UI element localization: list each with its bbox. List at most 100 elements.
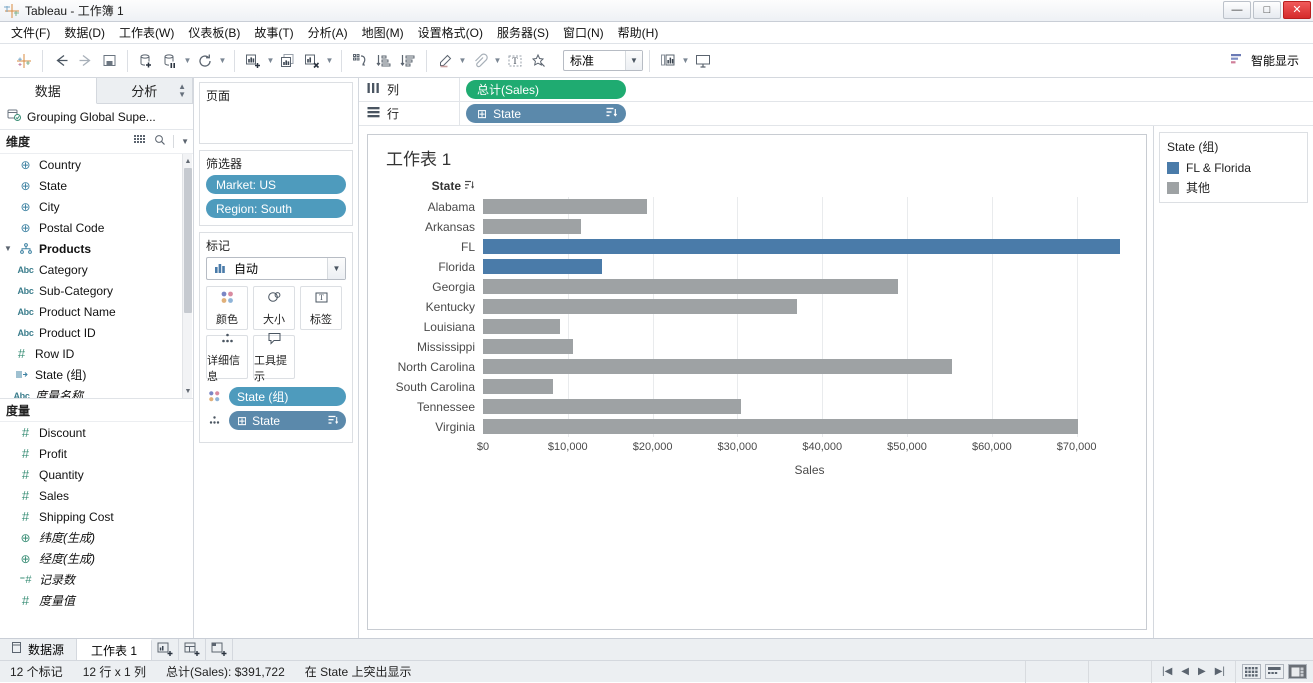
chart-bar[interactable]	[483, 339, 574, 354]
tableau-home-icon[interactable]	[12, 49, 36, 73]
menu-analysis[interactable]: 分析(A)	[301, 22, 355, 43]
resize-handle-icon[interactable]: ▲ ▼	[178, 82, 186, 99]
tab-analytics[interactable]: 分析 ▲ ▼	[97, 78, 193, 103]
chart-bar-label[interactable]: Tennessee	[368, 400, 483, 414]
chart-bar-label[interactable]: Kentucky	[368, 300, 483, 314]
presentation-mode-icon[interactable]	[691, 49, 715, 73]
field-products-hierarchy[interactable]: ▼ Products	[0, 238, 193, 259]
chart-bar-row[interactable]: South Carolina	[368, 377, 1146, 397]
menu-file[interactable]: 文件(F)	[4, 22, 57, 43]
grid-view-icon[interactable]	[134, 134, 147, 149]
chart-bar-row[interactable]: Florida	[368, 257, 1146, 277]
chevron-down-icon[interactable]: ▼	[492, 49, 503, 73]
sort-icon[interactable]	[464, 179, 475, 193]
chart-bar[interactable]	[483, 219, 581, 234]
menu-format[interactable]: 设置格式(O)	[411, 22, 490, 43]
fit-dropdown[interactable]: 标准 ▼	[563, 50, 643, 71]
chart-bar-row[interactable]: FL	[368, 237, 1146, 257]
chart-bar[interactable]	[483, 419, 1079, 434]
tab-data[interactable]: 数据	[0, 78, 97, 104]
chevron-down-icon[interactable]: ▼	[181, 137, 189, 146]
filter-pill-region[interactable]: Region: South	[206, 199, 346, 218]
field-row-id[interactable]: # Row ID	[0, 343, 193, 364]
duplicate-sheet-icon[interactable]	[276, 49, 300, 73]
chart-bar-label[interactable]: Alabama	[368, 200, 483, 214]
marks-pill-state-group[interactable]: State (组)	[229, 387, 346, 406]
refresh-data-icon[interactable]	[193, 49, 217, 73]
marks-size-button[interactable]: 大小	[253, 286, 295, 330]
datasource-row[interactable]: Grouping Global Supe...	[0, 104, 193, 130]
new-data-source-icon[interactable]	[134, 49, 158, 73]
chart-bar-label[interactable]: North Carolina	[368, 360, 483, 374]
field-sales[interactable]: # Sales	[0, 485, 193, 506]
marks-label-button[interactable]: T 标签	[300, 286, 342, 330]
legend-item-fl-florida[interactable]: FL & Florida	[1160, 159, 1307, 177]
field-state-group[interactable]: State (组)	[0, 364, 193, 385]
field-shipping-cost[interactable]: # Shipping Cost	[0, 506, 193, 527]
sheet-tab-worksheet-1[interactable]: 工作表 1	[77, 639, 153, 660]
chevron-down-icon[interactable]: ▼	[625, 51, 642, 70]
next-page-icon[interactable]: ▶	[1198, 666, 1206, 677]
scroll-up-icon[interactable]: ▲	[184, 156, 192, 166]
highlighter-icon[interactable]	[433, 49, 457, 73]
field-sub-category[interactable]: Abc Sub-Category	[0, 280, 193, 301]
maximize-button[interactable]: □	[1253, 1, 1281, 19]
rows-pill-state[interactable]: ⊞ State	[466, 104, 626, 123]
chart-bar-row[interactable]: North Carolina	[368, 357, 1146, 377]
chart-bar-label[interactable]: Mississippi	[368, 340, 483, 354]
worksheet-view[interactable]: 工作表 1 State Alabama Arkansas FL Florida Geor…	[367, 134, 1147, 630]
chevron-down-icon[interactable]: ▼	[182, 49, 193, 73]
new-dashboard-button[interactable]	[179, 639, 207, 660]
chart-bar-row[interactable]: Kentucky	[368, 297, 1146, 317]
new-story-button[interactable]	[206, 639, 234, 660]
new-worksheet-button[interactable]	[152, 639, 180, 660]
chart-bar[interactable]	[483, 319, 561, 334]
field-category[interactable]: Abc Category	[0, 259, 193, 280]
swap-rows-columns-icon[interactable]	[348, 49, 372, 73]
filter-pill-market[interactable]: Market: US	[206, 175, 346, 194]
menu-window[interactable]: 窗口(N)	[556, 22, 611, 43]
last-page-icon[interactable]: ▶|	[1215, 666, 1225, 677]
field-product-id[interactable]: Abc Product ID	[0, 322, 193, 343]
close-button[interactable]: ✕	[1283, 1, 1311, 19]
field-discount[interactable]: # Discount	[0, 422, 193, 443]
chart-bar[interactable]	[483, 399, 741, 414]
marks-type-dropdown[interactable]: 自动 ▼	[206, 257, 346, 280]
chart-bar-label[interactable]: FL	[368, 240, 483, 254]
columns-shelf-drop[interactable]: 总计(Sales)	[459, 77, 1313, 102]
chart-bar-row[interactable]: Georgia	[368, 277, 1146, 297]
chevron-down-icon[interactable]: ▼	[457, 49, 468, 73]
chart-bar[interactable]	[483, 359, 952, 374]
chevron-down-icon[interactable]: ▼	[327, 258, 345, 279]
menu-dashboard[interactable]: 仪表板(B)	[181, 22, 247, 43]
sort-icon[interactable]	[606, 107, 618, 121]
chart-bar[interactable]	[483, 199, 647, 214]
search-icon[interactable]	[154, 134, 166, 149]
clear-sheet-icon[interactable]	[300, 49, 324, 73]
scroll-down-icon[interactable]: ▼	[184, 386, 192, 396]
menu-data[interactable]: 数据(D)	[57, 22, 112, 43]
field-country[interactable]: ⊕ Country	[0, 154, 193, 175]
chevron-down-icon[interactable]: ▼	[324, 49, 335, 73]
field-latitude[interactable]: ⊕ 纬度(生成)	[0, 527, 193, 548]
back-icon[interactable]	[49, 49, 73, 73]
menu-worksheet[interactable]: 工作表(W)	[112, 22, 181, 43]
chart-bar[interactable]	[483, 279, 898, 294]
chart-bar[interactable]	[483, 259, 602, 274]
chart-bar-row[interactable]: Arkansas	[368, 217, 1146, 237]
chart-bar-row[interactable]: Tennessee	[368, 397, 1146, 417]
chart-bar-row[interactable]: Mississippi	[368, 337, 1146, 357]
chevron-down-icon[interactable]: ▼	[680, 49, 691, 73]
field-postal-code[interactable]: ⊕ Postal Code	[0, 217, 193, 238]
chart-bar-label[interactable]: Virginia	[368, 420, 483, 434]
paperclip-icon[interactable]	[468, 49, 492, 73]
chart-bar-label[interactable]: Louisiana	[368, 320, 483, 334]
sort-icon[interactable]	[328, 414, 339, 428]
chart-bar-row[interactable]: Virginia	[368, 417, 1146, 437]
legend-item-other[interactable]: 其他	[1160, 177, 1307, 202]
chart-bar[interactable]	[483, 299, 797, 314]
field-longitude[interactable]: ⊕ 经度(生成)	[0, 548, 193, 569]
chevron-down-icon[interactable]: ▼	[265, 49, 276, 73]
dimensions-scrollbar[interactable]: ▲ ▼	[182, 154, 192, 398]
chart-bar[interactable]	[483, 239, 1120, 254]
